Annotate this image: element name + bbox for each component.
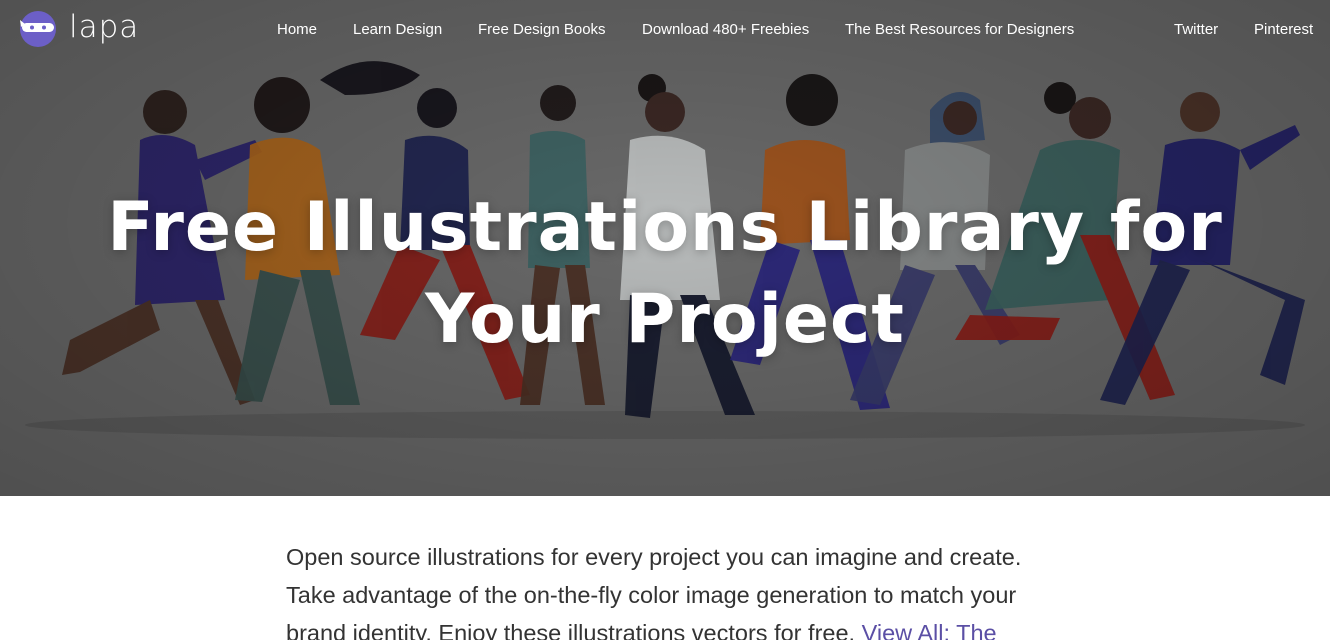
top-navigation-bar: lapa Home Learn Design Free Design Books… (0, 0, 1330, 60)
view-all-link[interactable]: View All: The (862, 620, 997, 640)
brand-logo[interactable]: lapa (19, 9, 140, 48)
hero-title: Free Illustrations Library for Your Proj… (0, 182, 1330, 366)
intro-paragraph: Open source illustrations for every proj… (286, 538, 1056, 640)
nav-home[interactable]: Home (277, 21, 317, 38)
hero-section: lapa Home Learn Design Free Design Books… (0, 0, 1330, 496)
brand-name: lapa (69, 9, 140, 45)
hero-title-line-2: Your Project (425, 280, 905, 359)
nav-free-design-books[interactable]: Free Design Books (478, 21, 606, 38)
nav-twitter[interactable]: Twitter (1174, 21, 1218, 38)
ninja-face-icon (20, 11, 56, 47)
nav-pinterest[interactable]: Pinterest (1254, 21, 1313, 38)
hero-title-line-1: Free Illustrations Library for (107, 188, 1223, 267)
nav-learn-design[interactable]: Learn Design (353, 21, 442, 38)
nav-download-freebies[interactable]: Download 480+ Freebies (642, 21, 809, 38)
nav-best-resources[interactable]: The Best Resources for Designers (845, 21, 1074, 38)
